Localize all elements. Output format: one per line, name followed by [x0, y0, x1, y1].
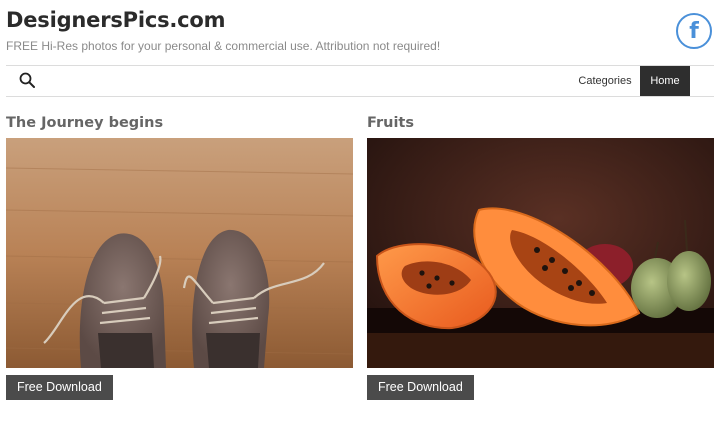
nav-item-home[interactable]: Home [640, 66, 690, 96]
main-navigation: Categories Home [6, 65, 714, 97]
free-download-button[interactable]: Free Download [367, 375, 474, 400]
photo-fruits[interactable] [367, 138, 714, 368]
post-title-journey[interactable]: The Journey begins [6, 115, 163, 131]
post-title-fruits[interactable]: Fruits [367, 115, 414, 131]
facebook-icon[interactable]: f [676, 13, 712, 49]
nav-item-categories[interactable]: Categories [568, 66, 642, 96]
site-title[interactable]: DesignersPics.com [6, 8, 226, 32]
photo-shoes[interactable] [6, 138, 353, 368]
free-download-button[interactable]: Free Download [6, 375, 113, 400]
search-icon[interactable] [19, 72, 35, 88]
site-tagline: FREE Hi-Res photos for your personal & c… [6, 39, 441, 53]
facebook-glyph: f [689, 18, 699, 44]
